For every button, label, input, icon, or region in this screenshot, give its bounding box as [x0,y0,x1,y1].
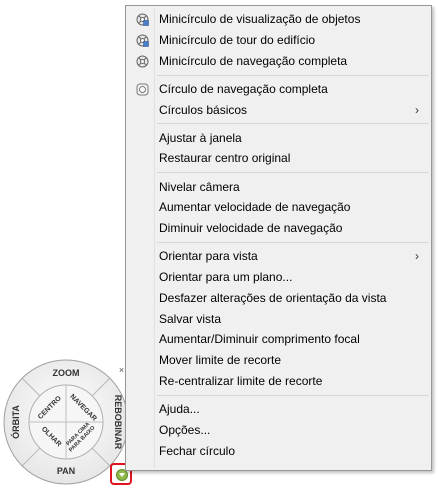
menu-item-label: Desfazer alterações de orientação da vis… [159,290,387,305]
mini-tour-building-wheel-icon [136,34,149,47]
menu-item[interactable]: Opções... [128,420,429,440]
menu-separator [157,172,429,174]
menu-item-label: Minicírculo de tour do edifício [159,32,316,47]
menu-item[interactable]: Círculo de navegação completa [128,79,429,99]
menu-item[interactable]: Nivelar câmera [128,177,429,197]
menu-item-label: Salvar vista [159,311,222,326]
menu-item[interactable]: Re-centralizar limite de recorte [128,371,429,391]
menu-item-label: Aumentar velocidade de navegação [159,200,351,215]
menu-item[interactable]: Aumentar/Diminuir comprimento focal [128,329,429,349]
chevron-right-icon: › [415,249,419,264]
menu-item-label: Círculo de navegação completa [159,81,328,96]
menu-item[interactable]: Minicírculo de visualização de objetos [128,9,429,29]
menu-item-label: Círculos básicos [159,102,248,117]
menu-item[interactable]: Salvar vista [128,309,429,329]
menu-item[interactable]: Desfazer alterações de orientação da vis… [128,288,429,308]
mini-full-navigation-wheel-icon [136,55,149,68]
menu-item[interactable]: Orientar para um plano... [128,267,429,287]
menu-item-label: Ajustar à janela [159,130,242,145]
menu-item-label: Diminuir velocidade de navegação [159,221,343,236]
mini-view-object-wheel-icon [136,13,149,26]
chevron-right-icon: › [415,102,419,117]
menu-item[interactable]: Ajustar à janela [128,128,429,148]
menu-item-label: Ajuda... [159,402,200,417]
menu-item-label: Aumentar/Diminuir comprimento focal [159,332,360,347]
wheel-rewind-label[interactable]: REBOBINAR [113,395,123,450]
menu-item[interactable]: Diminuir velocidade de navegação [128,218,429,238]
menu-item-label: Fechar círculo [159,443,236,458]
menu-item-label: Opções... [159,422,211,437]
menu-item-label: Mover limite de recorte [159,353,282,368]
menu-item[interactable]: Ajuda... [128,399,429,419]
menu-item[interactable]: Orientar para vista › [128,246,429,266]
menu-item[interactable]: Fechar círculo [128,441,429,461]
menu-separator [157,123,429,125]
menu-item-label: Minicírculo de visualização de objetos [159,12,361,26]
wheel-zoom-label[interactable]: ZOOM [53,368,80,378]
menu-item-label: Re-centralizar limite de recorte [159,374,323,388]
menu-item-label: Orientar para um plano... [159,270,293,284]
menu-item[interactable]: Aumentar velocidade de navegação [128,197,429,217]
menu-separator [157,74,429,76]
menu-item[interactable]: Mover limite de recorte [128,350,429,370]
menu-item[interactable]: Restaurar centro original [128,148,429,168]
menu-item-label: Restaurar centro original [159,151,291,166]
menu-item[interactable]: Minicírculo de tour do edifício [128,30,429,50]
wheel-context-menu: Minicírculo de visualização de objetos Mi… [125,5,432,471]
wheel-orbit-label[interactable]: ÓRBITA [10,405,21,439]
full-navigation-wheel-icon [136,83,149,96]
wheel-pan-label[interactable]: PAN [57,466,75,476]
menu-item-label: Orientar para vista [159,249,258,264]
menu-item-label: Nivelar câmera [159,179,240,194]
menu-item[interactable]: Círculos básicos › [128,100,429,120]
menu-separator [157,242,429,244]
menu-item[interactable]: Minicírculo de navegação completa [128,51,429,71]
menu-separator [157,394,429,396]
menu-item-label: Minicírculo de navegação completa [159,53,348,68]
